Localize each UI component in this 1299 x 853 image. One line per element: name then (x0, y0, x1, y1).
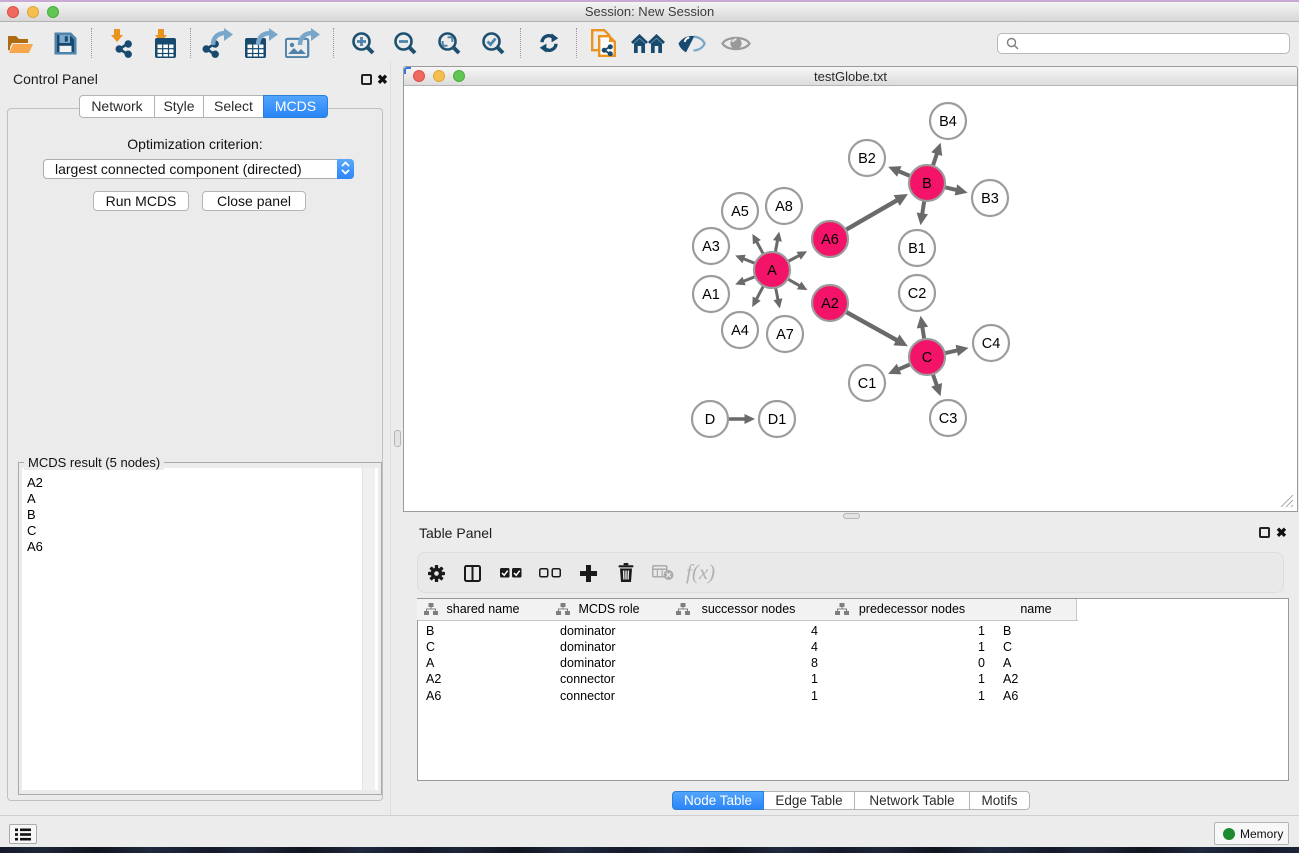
svg-text:A6: A6 (821, 232, 839, 248)
svg-text:A1: A1 (702, 287, 720, 303)
svg-text:A7: A7 (776, 327, 794, 343)
svg-text:A4: A4 (731, 323, 749, 339)
svg-text:C4: C4 (982, 336, 1001, 352)
svg-text:D: D (705, 412, 715, 428)
svg-text:A8: A8 (775, 199, 793, 215)
svg-text:B1: B1 (908, 241, 926, 257)
svg-text:A5: A5 (731, 204, 749, 220)
svg-text:C3: C3 (939, 411, 958, 427)
svg-text:B3: B3 (981, 191, 999, 207)
svg-text:A: A (767, 263, 777, 279)
svg-text:B4: B4 (939, 114, 957, 130)
svg-text:C1: C1 (858, 376, 877, 392)
svg-text:A2: A2 (821, 296, 839, 312)
svg-text:B: B (922, 176, 932, 192)
svg-text:B2: B2 (858, 151, 876, 167)
svg-text:C2: C2 (908, 286, 927, 302)
svg-text:D1: D1 (768, 412, 787, 428)
svg-text:A3: A3 (702, 239, 720, 255)
svg-text:C: C (922, 350, 932, 366)
